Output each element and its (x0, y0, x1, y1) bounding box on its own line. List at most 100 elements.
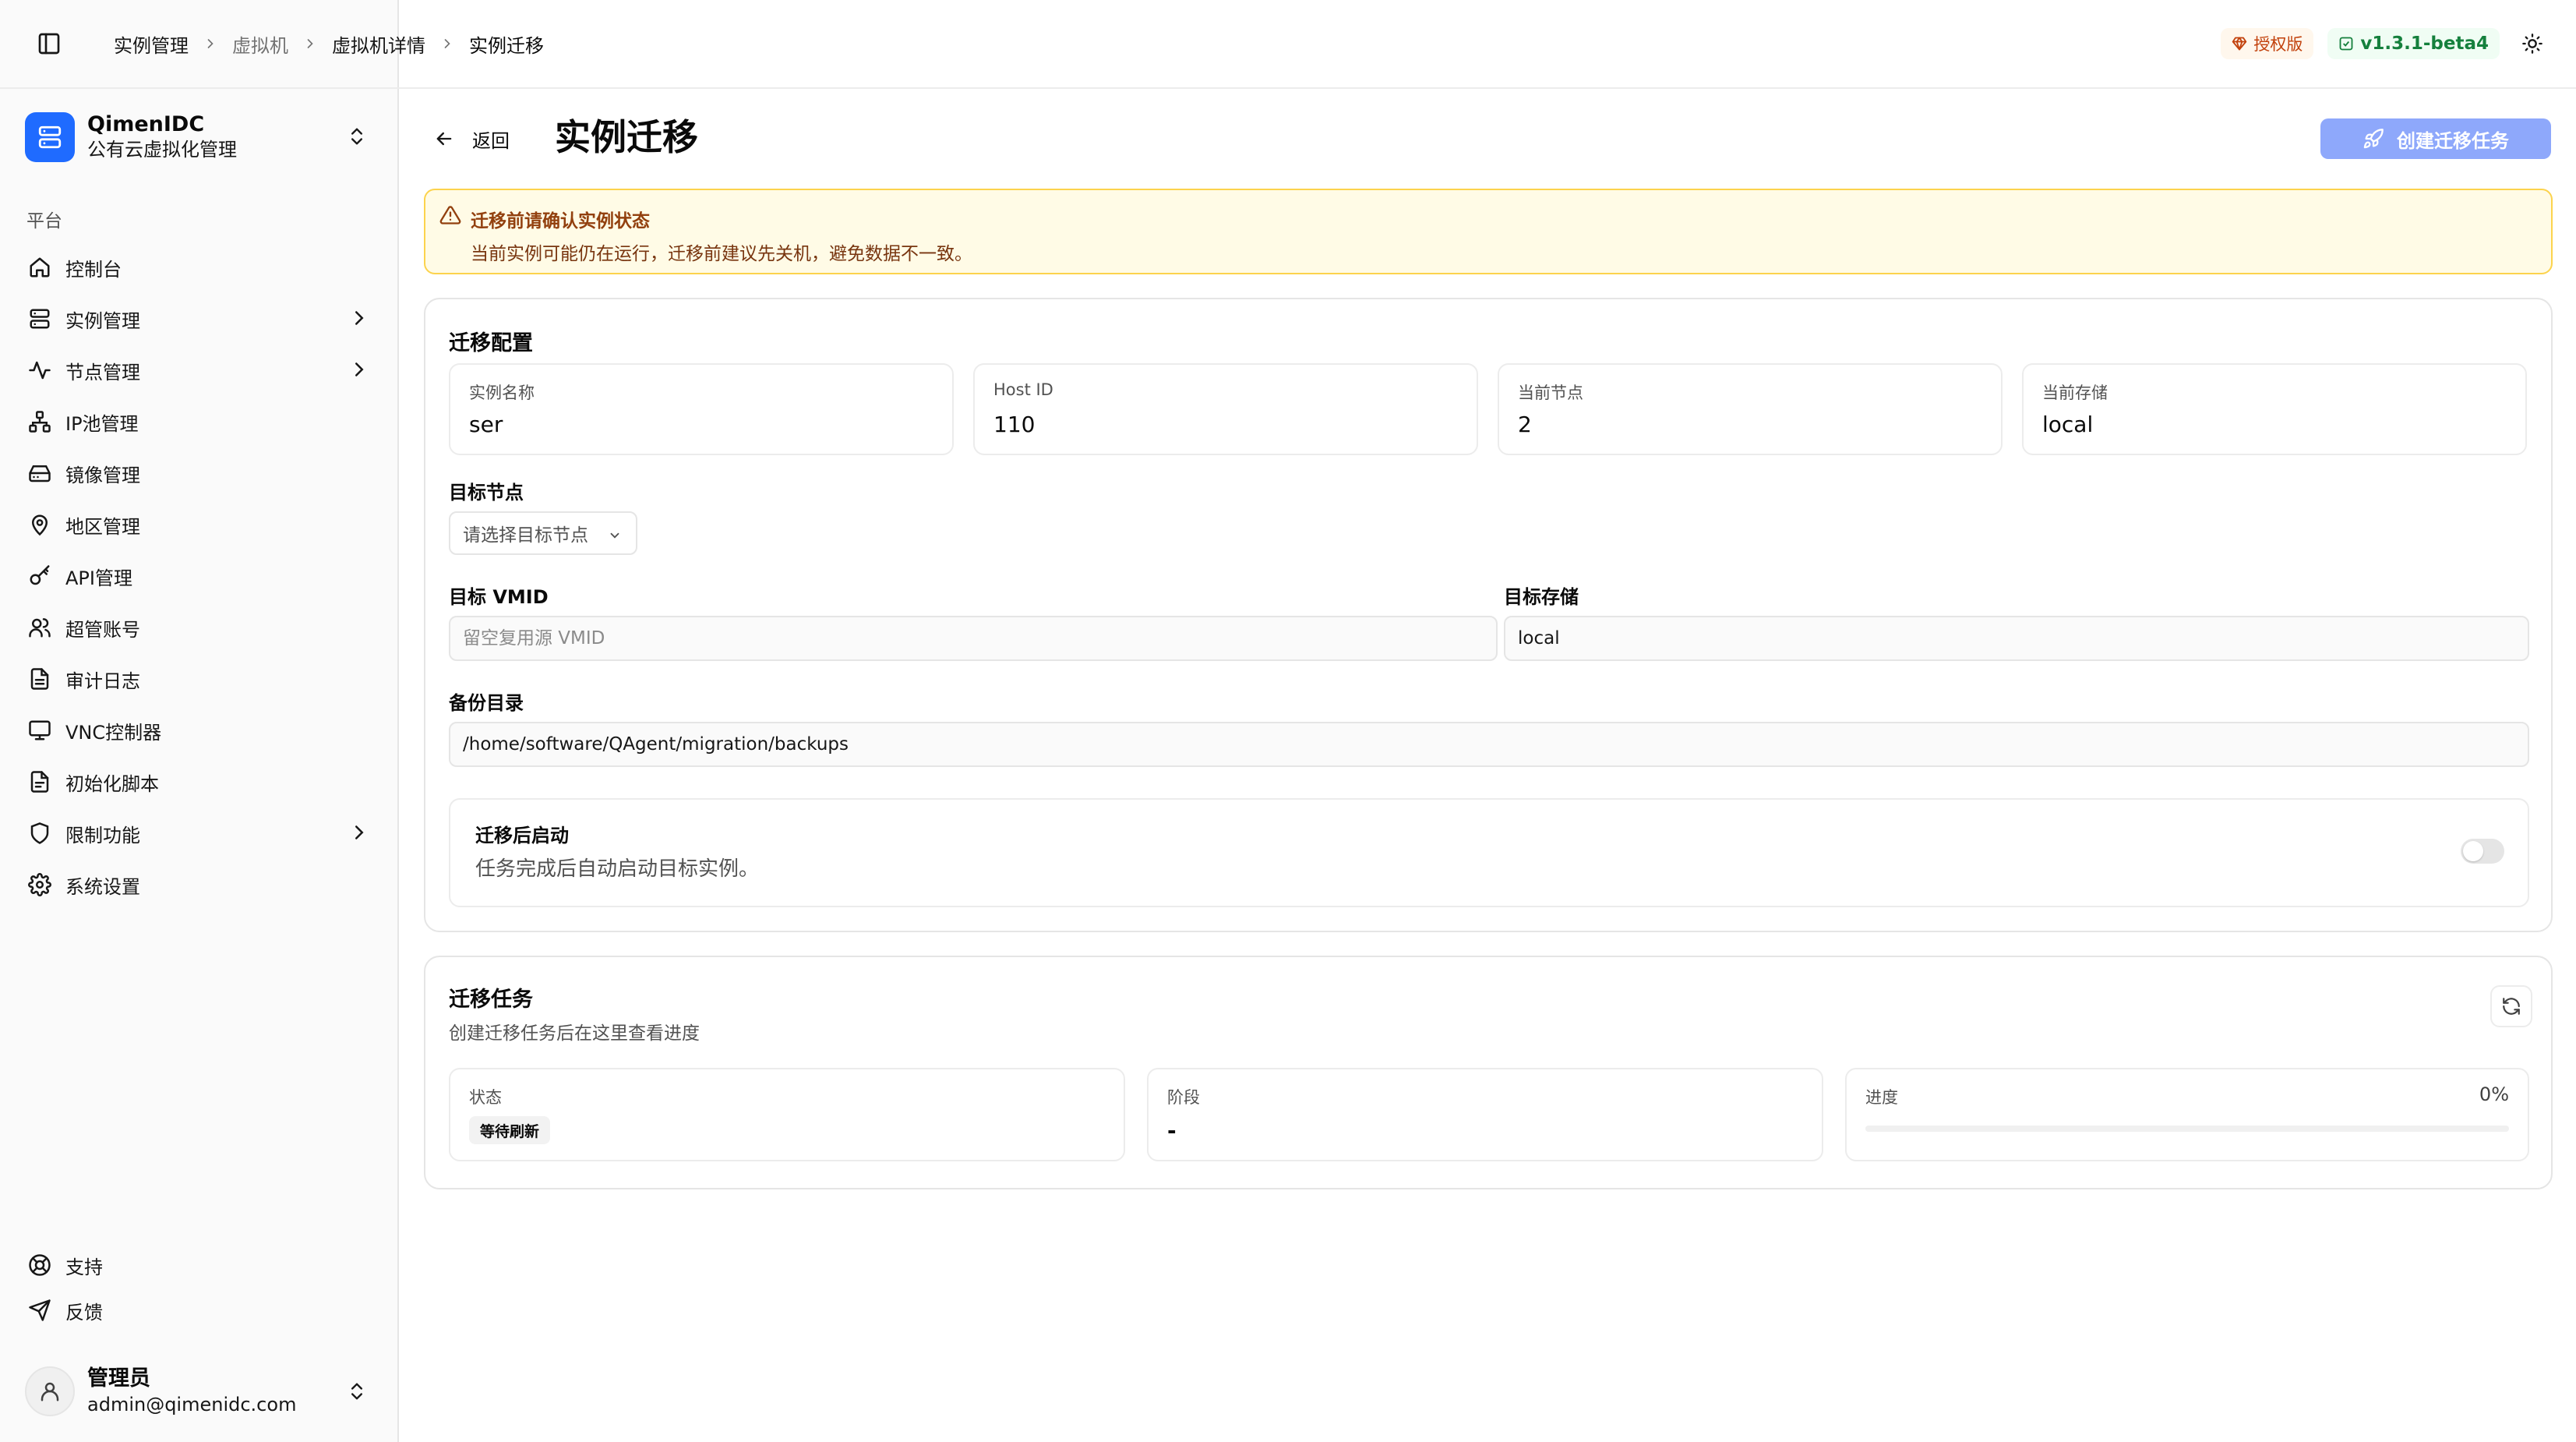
info-label: 实例名称 (469, 383, 535, 402)
sidebar-item-vnc[interactable]: VNC控制器 (16, 705, 382, 756)
user-email: admin@qimenidc.com (87, 1394, 297, 1415)
sidebar-item-label: 地区管理 (65, 515, 140, 538)
sidebar-item-feedback[interactable]: 反馈 (16, 1288, 382, 1333)
header-actions: 授权版 v1.3.1-beta4 (2221, 27, 2546, 61)
breadcrumb-vm-detail[interactable]: 虚拟机详情 (332, 30, 425, 58)
task-status-label: 状态 (469, 1088, 502, 1107)
theme-toggle-button[interactable] (2518, 30, 2546, 58)
sidebar-toggle-button[interactable] (36, 31, 64, 56)
target-node-label: 目标节点 (449, 482, 524, 504)
info-value: 110 (993, 412, 1036, 437)
header-divider (0, 87, 2576, 89)
autostart-title: 迁移后启动 (475, 825, 569, 846)
users-icon (26, 614, 53, 641)
sidebar-item-label: 支持 (65, 1256, 103, 1278)
alert-title: 迁移前请确认实例状态 (471, 211, 650, 231)
info-label: 当前节点 (1518, 383, 1583, 402)
brand-switcher[interactable]: QimenIDC 公有云虚拟化管理 (25, 111, 376, 164)
sun-icon (2521, 33, 2543, 55)
sidebar-item-label: API管理 (65, 567, 132, 589)
version-badge[interactable]: v1.3.1-beta4 (2327, 28, 2500, 59)
sidebar-item-ip-pool[interactable]: IP池管理 (16, 396, 382, 447)
switch-knob (2463, 841, 2483, 861)
sidebar-item-label: 审计日志 (65, 670, 140, 692)
info-current-storage: 当前存储 local (2022, 363, 2527, 455)
refresh-button[interactable] (2490, 985, 2532, 1027)
sidebar-item-images[interactable]: 镜像管理 (16, 447, 382, 499)
backup-dir-input[interactable] (449, 722, 2529, 767)
info-label: 当前存储 (2042, 383, 2108, 402)
user-name: 管理员 (87, 1366, 150, 1391)
chevron-right-icon (203, 36, 218, 51)
sidebar-item-label: 镜像管理 (65, 464, 140, 486)
sidebar-item-regions[interactable]: 地区管理 (16, 499, 382, 550)
breadcrumb-vms[interactable]: 虚拟机 (232, 30, 288, 58)
panel-left-icon (36, 31, 64, 56)
sidebar-item-label: 反馈 (65, 1301, 103, 1324)
sidebar-item-api[interactable]: API管理 (16, 550, 382, 602)
config-card-title: 迁移配置 (449, 331, 533, 355)
target-storage-input[interactable] (1504, 616, 2529, 661)
page-title: 实例迁移 (555, 116, 698, 158)
target-node-select[interactable]: 请选择目标节点 (449, 511, 637, 555)
back-button-label: 返回 (472, 129, 510, 152)
server-logo-icon (25, 112, 75, 162)
server-icon (26, 306, 53, 332)
create-button-label: 创建迁移任务 (2397, 129, 2509, 152)
task-stage-value: - (1167, 1118, 1177, 1143)
sidebar-item-support[interactable]: 支持 (16, 1242, 382, 1288)
gem-icon (2232, 36, 2247, 51)
user-menu[interactable]: 管理员 admin@qimenidc.com (25, 1362, 376, 1420)
chevron-right-icon (439, 36, 455, 51)
sidebar-item-label: 限制功能 (65, 824, 140, 846)
map-pin-icon (26, 511, 53, 538)
chevron-right-icon (348, 821, 371, 844)
license-badge-label: 授权版 (2253, 35, 2303, 54)
sidebar-item-init-scripts[interactable]: 初始化脚本 (16, 756, 382, 808)
task-stage-label: 阶段 (1167, 1088, 1200, 1107)
send-icon (26, 1297, 53, 1324)
sidebar-item-instances[interactable]: 实例管理 (16, 293, 382, 345)
network-icon (26, 408, 53, 435)
sidebar-item-nodes[interactable]: 节点管理 (16, 345, 382, 396)
sidebar-item-dashboard[interactable]: 控制台 (16, 242, 382, 293)
breadcrumb-current: 实例迁移 (469, 34, 544, 57)
backup-dir-label: 备份目录 (449, 692, 524, 714)
chevron-down-icon (608, 528, 622, 543)
migration-config-card: 迁移配置 实例名称 ser Host ID 110 当前节点 2 当前存储 lo… (424, 298, 2553, 932)
breadcrumb: 实例管理 虚拟机 虚拟机详情 实例迁移 (114, 28, 544, 59)
info-value: local (2042, 412, 2094, 437)
sidebar-item-settings[interactable]: 系统设置 (16, 859, 382, 910)
sidebar-item-label: 节点管理 (65, 361, 140, 383)
info-host-id: Host ID 110 (973, 363, 1478, 455)
target-vmid-input[interactable] (449, 616, 1498, 661)
chevrons-up-down-icon (346, 1378, 368, 1405)
info-label: Host ID (993, 380, 1053, 399)
progress-bar (1865, 1126, 2509, 1132)
refresh-icon (2501, 996, 2521, 1016)
chevron-right-icon (348, 306, 371, 330)
back-button[interactable]: 返回 (433, 122, 510, 156)
sidebar-item-admins[interactable]: 超管账号 (16, 602, 382, 653)
license-badge[interactable]: 授权版 (2221, 28, 2314, 59)
autostart-switch[interactable] (2461, 839, 2504, 864)
sidebar-item-label: VNC控制器 (65, 721, 162, 744)
brand-name: QimenIDC (87, 112, 205, 136)
sidebar-item-label: 系统设置 (65, 875, 140, 898)
life-buoy-icon (26, 1252, 53, 1278)
info-value: 2 (1518, 412, 1532, 437)
warning-alert: 迁移前请确认实例状态 当前实例可能仍在运行，迁移前建议先关机，避免数据不一致。 (424, 189, 2553, 274)
arrow-left-icon (433, 128, 455, 150)
key-icon (26, 563, 53, 589)
chevron-right-icon (348, 358, 371, 381)
tasks-card-title: 迁移任务 (449, 988, 533, 1012)
sidebar-item-audit-log[interactable]: 审计日志 (16, 653, 382, 705)
box-icon (2338, 36, 2354, 51)
avatar (25, 1366, 75, 1416)
file-icon (26, 769, 53, 795)
breadcrumb-instances[interactable]: 实例管理 (114, 30, 189, 58)
sidebar-item-restrictions[interactable]: 限制功能 (16, 808, 382, 859)
target-node-placeholder: 请选择目标节点 (463, 525, 588, 546)
autostart-description: 任务完成后自动启动目标实例。 (475, 857, 760, 881)
create-migration-task-button[interactable]: 创建迁移任务 (2320, 118, 2551, 159)
